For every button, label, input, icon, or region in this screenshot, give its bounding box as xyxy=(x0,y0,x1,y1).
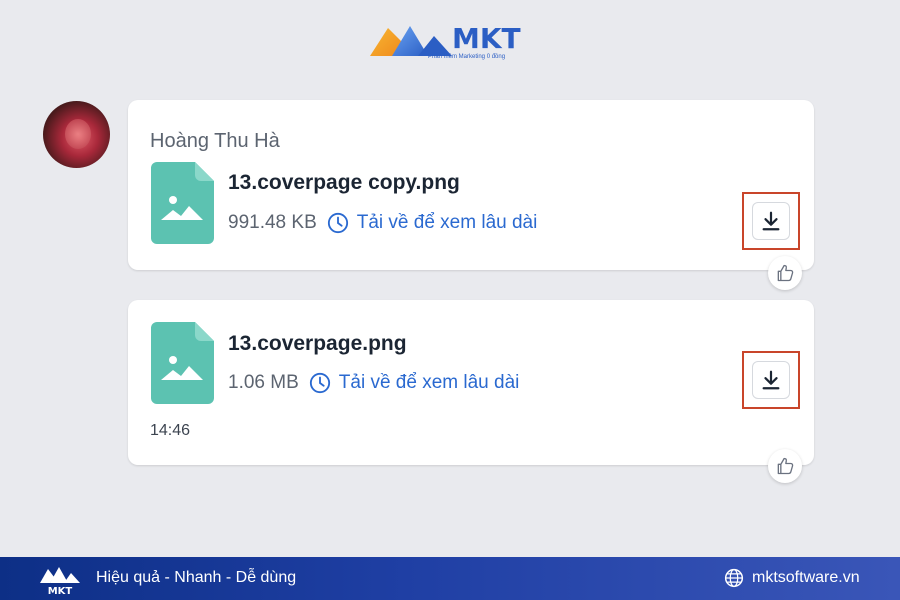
globe-icon xyxy=(724,568,744,588)
footer-slogan: Hiệu quả - Nhanh - Dễ dùng xyxy=(96,569,297,586)
message-time: 14:46 xyxy=(150,422,191,439)
download-permanent-link[interactable]: Tải về để xem lâu dài xyxy=(339,372,520,394)
footer-bar: MKT Hiệu quả - Nhanh - Dễ dùng mktsoftwa… xyxy=(0,557,900,600)
file-name[interactable]: 13.coverpage.png xyxy=(228,332,407,356)
file-size: 1.06 MB xyxy=(228,372,299,393)
image-file-icon[interactable] xyxy=(151,322,214,404)
download-highlight-box xyxy=(742,192,800,250)
logo-text: MKT xyxy=(452,22,521,55)
logo-tagline: Phần mềm Marketing 0 đồng xyxy=(428,54,506,60)
download-highlight-box xyxy=(742,351,800,409)
message-bubble: Hoàng Thu Hà 13.coverpage copy.png 991.4… xyxy=(128,100,814,270)
footer-website-link[interactable]: mktsoftware.vn xyxy=(752,569,860,587)
download-icon xyxy=(762,370,780,390)
mkt-logo: MKT Phần mềm Marketing 0 đồng xyxy=(368,20,538,64)
sender-avatar[interactable] xyxy=(43,101,110,168)
footer-logo-icon: MKT xyxy=(40,567,80,597)
clock-icon xyxy=(327,212,348,234)
download-button[interactable] xyxy=(753,362,789,398)
file-meta: 991.48 KB Tải về để xem lâu dài xyxy=(228,212,537,234)
download-permanent-link[interactable]: Tải về để xem lâu dài xyxy=(357,212,538,234)
download-button[interactable] xyxy=(753,203,789,239)
thumbs-up-icon xyxy=(777,264,794,282)
sender-name: Hoàng Thu Hà xyxy=(150,130,280,152)
like-button[interactable] xyxy=(768,449,802,483)
footer-logo-text: MKT xyxy=(48,586,73,597)
like-button[interactable] xyxy=(768,256,802,290)
file-name[interactable]: 13.coverpage copy.png xyxy=(228,171,460,195)
file-size: 991.48 KB xyxy=(228,212,317,233)
download-icon xyxy=(762,211,780,231)
clock-icon xyxy=(309,372,330,394)
image-file-icon[interactable] xyxy=(151,162,214,244)
message-bubble: 13.coverpage.png 1.06 MB Tải về để xem l… xyxy=(128,300,814,465)
thumbs-up-icon xyxy=(777,457,794,475)
file-meta: 1.06 MB Tải về để xem lâu dài xyxy=(228,372,519,394)
